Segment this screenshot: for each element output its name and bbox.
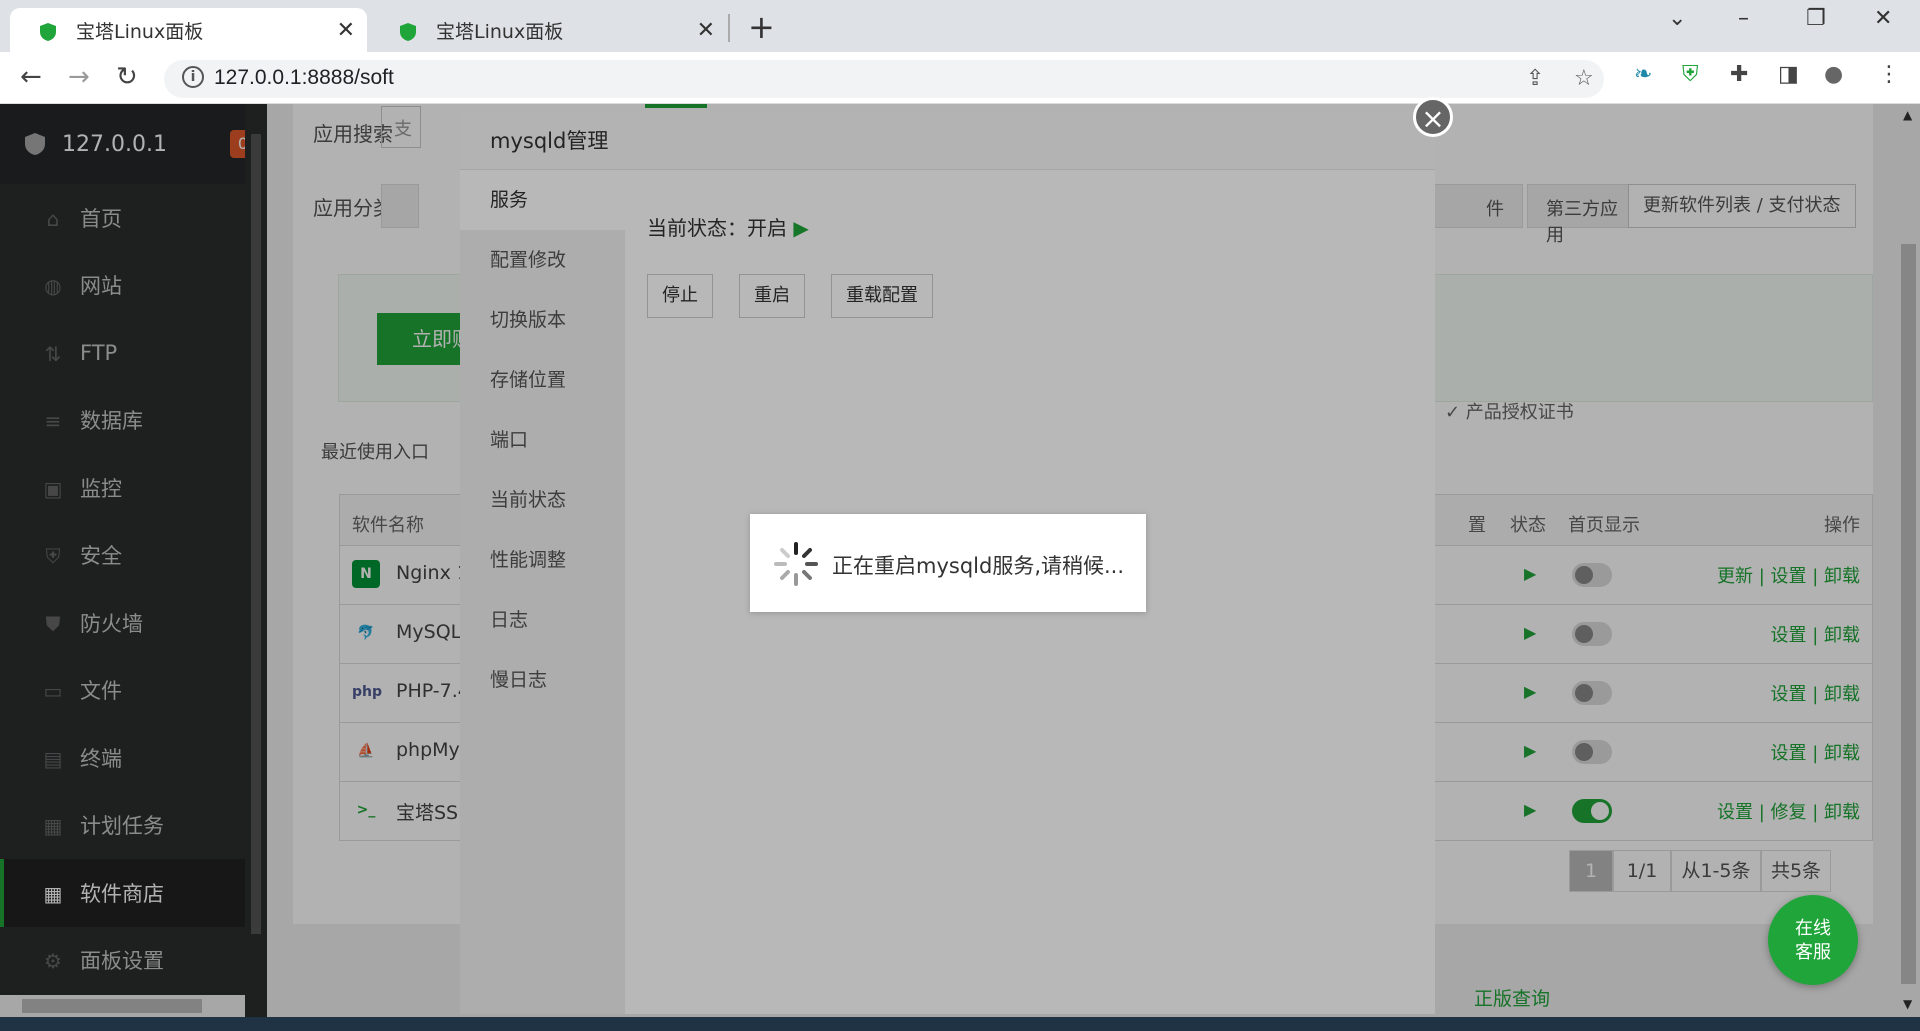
back-icon[interactable]: ← (20, 62, 42, 92)
loading-message: 正在重启mysqld服务,请稍候... (832, 554, 1125, 578)
url-text[interactable]: 127.0.0.1:8888/soft (214, 66, 394, 90)
browser-tab-2[interactable]: 宝塔Linux面板 ✕ (370, 8, 727, 52)
tab-title: 宝塔Linux面板 (436, 20, 564, 43)
site-info-icon[interactable]: i (182, 66, 204, 88)
os-taskbar (0, 1017, 1920, 1031)
bt-favicon-icon (40, 23, 56, 41)
close-tab-icon[interactable]: ✕ (697, 18, 715, 43)
loading-toast: 正在重启mysqld服务,请稍候... (750, 514, 1146, 612)
omnibox[interactable]: i 127.0.0.1:8888/soft ⇪ ☆ (164, 60, 1604, 98)
browser-tabbar: 宝塔Linux面板 ✕ 宝塔Linux面板 ✕ + ⌄ – ❐ ✕ (0, 0, 1920, 52)
restore-icon[interactable]: ❐ (1806, 6, 1826, 31)
bookmark-star-icon[interactable]: ☆ (1574, 66, 1594, 91)
extension-bird-icon[interactable]: ❧ (1634, 62, 1652, 87)
forward-icon[interactable]: → (68, 62, 90, 92)
window-close-icon[interactable]: ✕ (1874, 6, 1892, 31)
extensions-puzzle-icon[interactable]: ✚ (1730, 62, 1748, 87)
close-tab-icon[interactable]: ✕ (337, 18, 355, 43)
online-service-button[interactable]: 在线 客服 (1768, 895, 1858, 985)
tab-separator (728, 14, 730, 42)
tab-search-icon[interactable]: ⌄ (1668, 6, 1686, 31)
new-tab-icon[interactable]: + (748, 8, 775, 46)
dialog-close-icon[interactable]: × (1413, 97, 1453, 137)
chat-line1: 在线 (1795, 918, 1831, 939)
reload-icon[interactable]: ↻ (116, 62, 138, 92)
bt-favicon-icon (400, 23, 416, 41)
share-icon[interactable]: ⇪ (1526, 66, 1544, 91)
minimize-icon[interactable]: – (1738, 6, 1749, 31)
menu-kebab-icon[interactable]: ⋮ (1878, 62, 1900, 87)
profile-avatar-icon[interactable]: ● (1824, 62, 1843, 87)
browser-tab-1[interactable]: 宝塔Linux面板 ✕ (10, 8, 367, 52)
chat-line2: 客服 (1795, 942, 1831, 963)
extension-shield-icon[interactable]: ⛨ (1682, 62, 1699, 87)
side-panel-icon[interactable]: ◨ (1778, 62, 1799, 87)
tab-title: 宝塔Linux面板 (76, 20, 204, 43)
address-toolbar: ← → ↻ i 127.0.0.1:8888/soft ⇪ ☆ ❧ ⛨ ✚ ◨ … (0, 52, 1920, 104)
spinner-icon (774, 542, 818, 586)
